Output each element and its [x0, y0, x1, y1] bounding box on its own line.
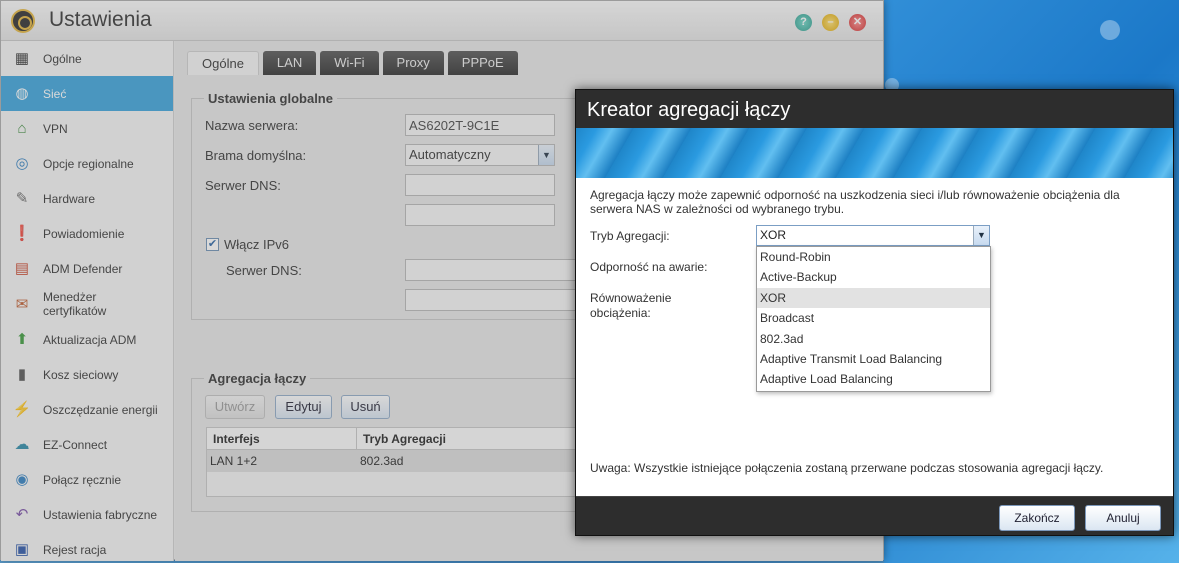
aggregation-wizard-dialog: Kreator agregacji łączy Agregacja łączy …	[575, 89, 1174, 536]
mode-label: Tryb Agregacji:	[590, 229, 670, 243]
dialog-footer: Zakończ Anuluj	[576, 496, 1173, 535]
dialog-description: Agregacja łączy może zapewnić odporność …	[590, 188, 1120, 216]
balance-label-line2: obciążenia:	[590, 306, 651, 320]
chevron-down-icon[interactable]: ▼	[973, 226, 989, 245]
failover-label: Odporność na awarie:	[590, 260, 708, 274]
option-8023ad[interactable]: 802.3ad	[757, 329, 990, 349]
option-round-robin[interactable]: Round-Robin	[757, 247, 990, 267]
dialog-banner	[576, 128, 1173, 178]
desktop-glow	[1100, 20, 1120, 40]
finish-button[interactable]: Zakończ	[999, 505, 1075, 531]
dialog-title: Kreator agregacji łączy	[587, 99, 791, 121]
option-broadcast[interactable]: Broadcast	[757, 308, 990, 328]
option-xor[interactable]: XOR	[757, 287, 990, 309]
mode-dropdown-list: Round-Robin Active-Backup XOR Broadcast …	[756, 246, 991, 392]
balance-label-line1: Równoważenie	[590, 291, 672, 305]
option-adaptive-transmit-lb[interactable]: Adaptive Transmit Load Balancing	[757, 349, 990, 369]
cancel-button[interactable]: Anuluj	[1085, 505, 1161, 531]
dialog-body: Agregacja łączy może zapewnić odporność …	[576, 178, 1173, 496]
option-adaptive-lb[interactable]: Adaptive Load Balancing	[757, 369, 990, 389]
dialog-note: Uwaga: Wszystkie istniejące połączenia z…	[590, 461, 1104, 475]
option-active-backup[interactable]: Active-Backup	[757, 267, 990, 287]
mode-select[interactable]: XOR ▼	[756, 225, 990, 246]
mode-select-value: XOR	[760, 228, 787, 242]
